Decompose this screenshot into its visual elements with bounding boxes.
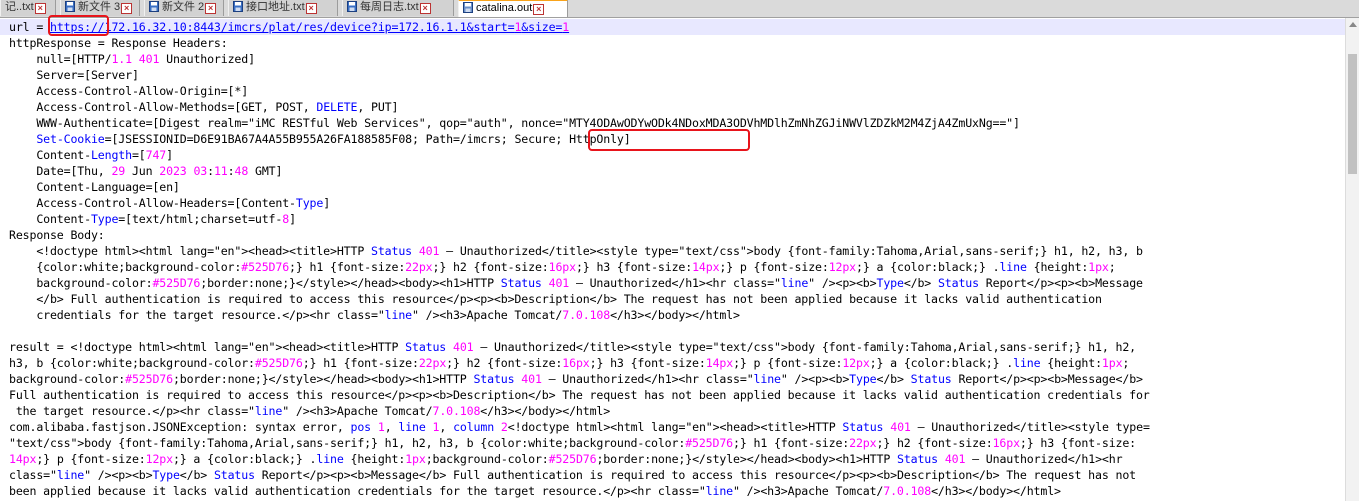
text-editor[interactable]: url = https://172.16.32.10:8443/imcrs/pl… [0,18,1345,501]
tab-label: 接口地址.txt [246,1,305,13]
tab-api-address[interactable]: 接口地址.txt × [228,0,338,16]
editor-line[interactable]: the target resource.</p><hr class="line"… [9,403,610,419]
editor-line-current[interactable]: url = https://172.16.32.10:8443/imcrs/pl… [0,19,1345,35]
vertical-scrollbar[interactable] [1345,18,1359,501]
editor-line[interactable]: {color:white;background-color:#525D76;} … [9,259,1115,275]
editor-line[interactable]: been applied because it lacks valid auth… [9,483,1061,499]
close-icon[interactable]: × [34,3,46,14]
editor-line[interactable]: Set-Cookie=[JSESSIONID=D6E91BA67A4A55B95… [9,131,630,147]
tab-bar: 记..txt × 新文件 3 × 新文件 2 × 接口地址.txt × 每周日志.txt… [0,0,1359,18]
highlight-box-secure-httponly [588,129,750,151]
editor-line[interactable]: </b> Full authentication is required to … [9,291,1102,307]
editor-line[interactable]: Date=[Thu, 29 Jun 2023 03:11:48 GMT] [9,163,282,179]
editor-line[interactable]: httpResponse = Response Headers: [9,35,228,51]
tab-weekly-log[interactable]: 每周日志.txt × [342,0,454,16]
tab-new-file-3[interactable]: 新文件 3 × [60,0,140,16]
editor-line[interactable]: h3, b {color:white;background-color:#525… [9,355,1129,371]
editor-line[interactable]: "text/css">body {font-family:Tahoma,Aria… [9,435,1136,451]
editor-line[interactable]: <!doctype html><html lang="en"><head><ti… [9,243,1143,259]
save-disk-icon [65,1,75,12]
editor-line[interactable]: credentials for the target resource.</p>… [9,307,740,323]
highlight-box-https [48,15,109,36]
editor-line[interactable]: 14px;} p {font-size:12px;} a {color:blac… [9,451,1123,467]
save-disk-icon [463,2,473,13]
save-disk-icon [347,1,357,12]
editor-line[interactable]: Response Body: [9,227,105,243]
editor-line[interactable]: Access-Control-Allow-Origin=[*] [9,83,248,99]
tab-label: 记..txt [5,1,34,13]
editor-line[interactable]: result = <!doctype html><html lang="en">… [9,339,1136,355]
scrollbar-thumb[interactable] [1348,54,1357,174]
editor-line[interactable]: Content-Language=[en] [9,179,180,195]
save-disk-icon [149,1,159,12]
editor-line[interactable]: null=[HTTP/1.1 401 Unauthorized] [9,51,255,67]
editor-line[interactable]: background-color:#525D76;border:none;}</… [9,371,1143,387]
save-disk-icon [233,1,243,12]
close-icon[interactable]: × [533,4,545,15]
tab-label: catalina.out [476,2,533,14]
tab-label: 新文件 2 [162,1,205,13]
editor-line[interactable]: Content-Type=[text/html;charset=utf-8] [9,211,296,227]
editor-line[interactable]: Server=[Server] [9,67,139,83]
tab-notes[interactable]: 记..txt × [0,0,56,16]
editor-line[interactable]: Full authentication is required to acces… [9,387,1150,403]
editor-line[interactable]: WWW-Authenticate=[Digest realm="iMC REST… [9,115,1020,131]
close-icon[interactable]: × [205,3,217,14]
scroll-up-icon[interactable] [1349,22,1357,27]
close-icon[interactable]: × [305,3,317,14]
tab-catalina-out[interactable]: catalina.out × [458,0,568,17]
tab-label: 新文件 3 [78,1,121,13]
editor-line[interactable]: Content-Length=[747] [9,147,173,163]
close-icon[interactable]: × [121,3,133,14]
tab-new-file-2[interactable]: 新文件 2 × [144,0,224,16]
editor-line[interactable]: com.alibaba.fastjson.JSONException: synt… [9,419,1150,435]
editor-line[interactable]: Access-Control-Allow-Headers=[Content-Ty… [9,195,330,211]
tab-label: 每周日志.txt [360,1,419,13]
editor-line[interactable]: background-color:#525D76;border:none;}</… [9,275,1143,291]
editor-line[interactable]: class="line" /><p><b>Type</b> Status Rep… [9,467,1136,483]
editor-line[interactable]: Access-Control-Allow-Methods=[GET, POST,… [9,99,398,115]
close-icon[interactable]: × [419,3,431,14]
